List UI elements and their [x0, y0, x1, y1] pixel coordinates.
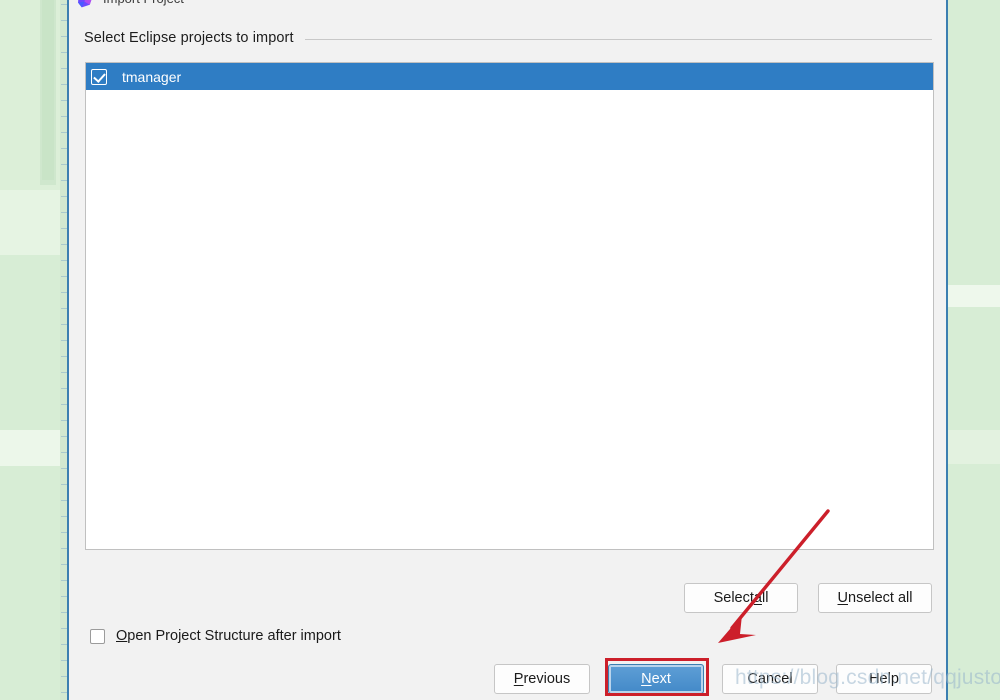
next-mnemonic: N — [641, 671, 652, 687]
unselect-all-mnemonic: U — [837, 590, 848, 606]
select-all-prefix: Select — [713, 590, 754, 606]
select-all-button[interactable]: Select a ll — [684, 583, 798, 613]
help-label: Help — [869, 671, 899, 687]
open-project-structure-label: Open Project Structure after import — [116, 628, 341, 644]
previous-mnemonic: P — [513, 671, 524, 687]
dialog-action-bar: Previous Next Cancel Help — [69, 664, 946, 694]
open-project-structure-checkbox[interactable] — [90, 628, 105, 644]
project-list[interactable]: tmanager — [85, 62, 934, 550]
select-all-mnemonic: a — [753, 590, 762, 606]
screen: Import Project Select Eclipse projects t… — [0, 0, 1000, 700]
group-label: Select Eclipse projects to import — [84, 30, 294, 46]
group-header: Select Eclipse projects to import — [84, 28, 932, 48]
import-project-dialog: Import Project Select Eclipse projects t… — [67, 0, 948, 700]
next-button[interactable]: Next — [608, 664, 704, 694]
cancel-label: Cancel — [747, 671, 793, 687]
background-panel-lower — [0, 430, 68, 466]
unselect-all-suffix: nselect all — [848, 590, 913, 606]
unselect-all-button[interactable]: Unselect all — [818, 583, 932, 613]
row-checkbox-icon[interactable] — [91, 68, 107, 85]
help-button[interactable]: Help — [836, 664, 932, 694]
option-suffix: pen Project Structure after import — [127, 628, 341, 644]
dialog-title: Import Project — [103, 0, 184, 6]
next-suffix: ext — [651, 671, 671, 687]
background-panel-right-lower — [948, 430, 1000, 464]
background-panel-right-upper — [948, 285, 1000, 307]
background-editor-strip-inner — [42, 0, 54, 180]
open-project-structure-option[interactable]: Open Project Structure after import — [90, 628, 341, 644]
cancel-button[interactable]: Cancel — [722, 664, 818, 694]
intellij-idea-logo-icon — [78, 0, 92, 8]
previous-button[interactable]: Previous — [494, 664, 590, 694]
dialog-title-bar: Import Project — [69, 0, 946, 13]
list-item[interactable]: tmanager — [86, 63, 933, 90]
background-panel-mid — [0, 190, 68, 255]
list-item-label: tmanager — [122, 68, 182, 85]
previous-suffix: revious — [523, 671, 571, 687]
selection-button-group: Select a ll Unselect all — [684, 583, 932, 613]
select-all-suffix: ll — [761, 590, 769, 606]
group-separator — [304, 38, 932, 40]
option-mnemonic: O — [116, 628, 128, 644]
